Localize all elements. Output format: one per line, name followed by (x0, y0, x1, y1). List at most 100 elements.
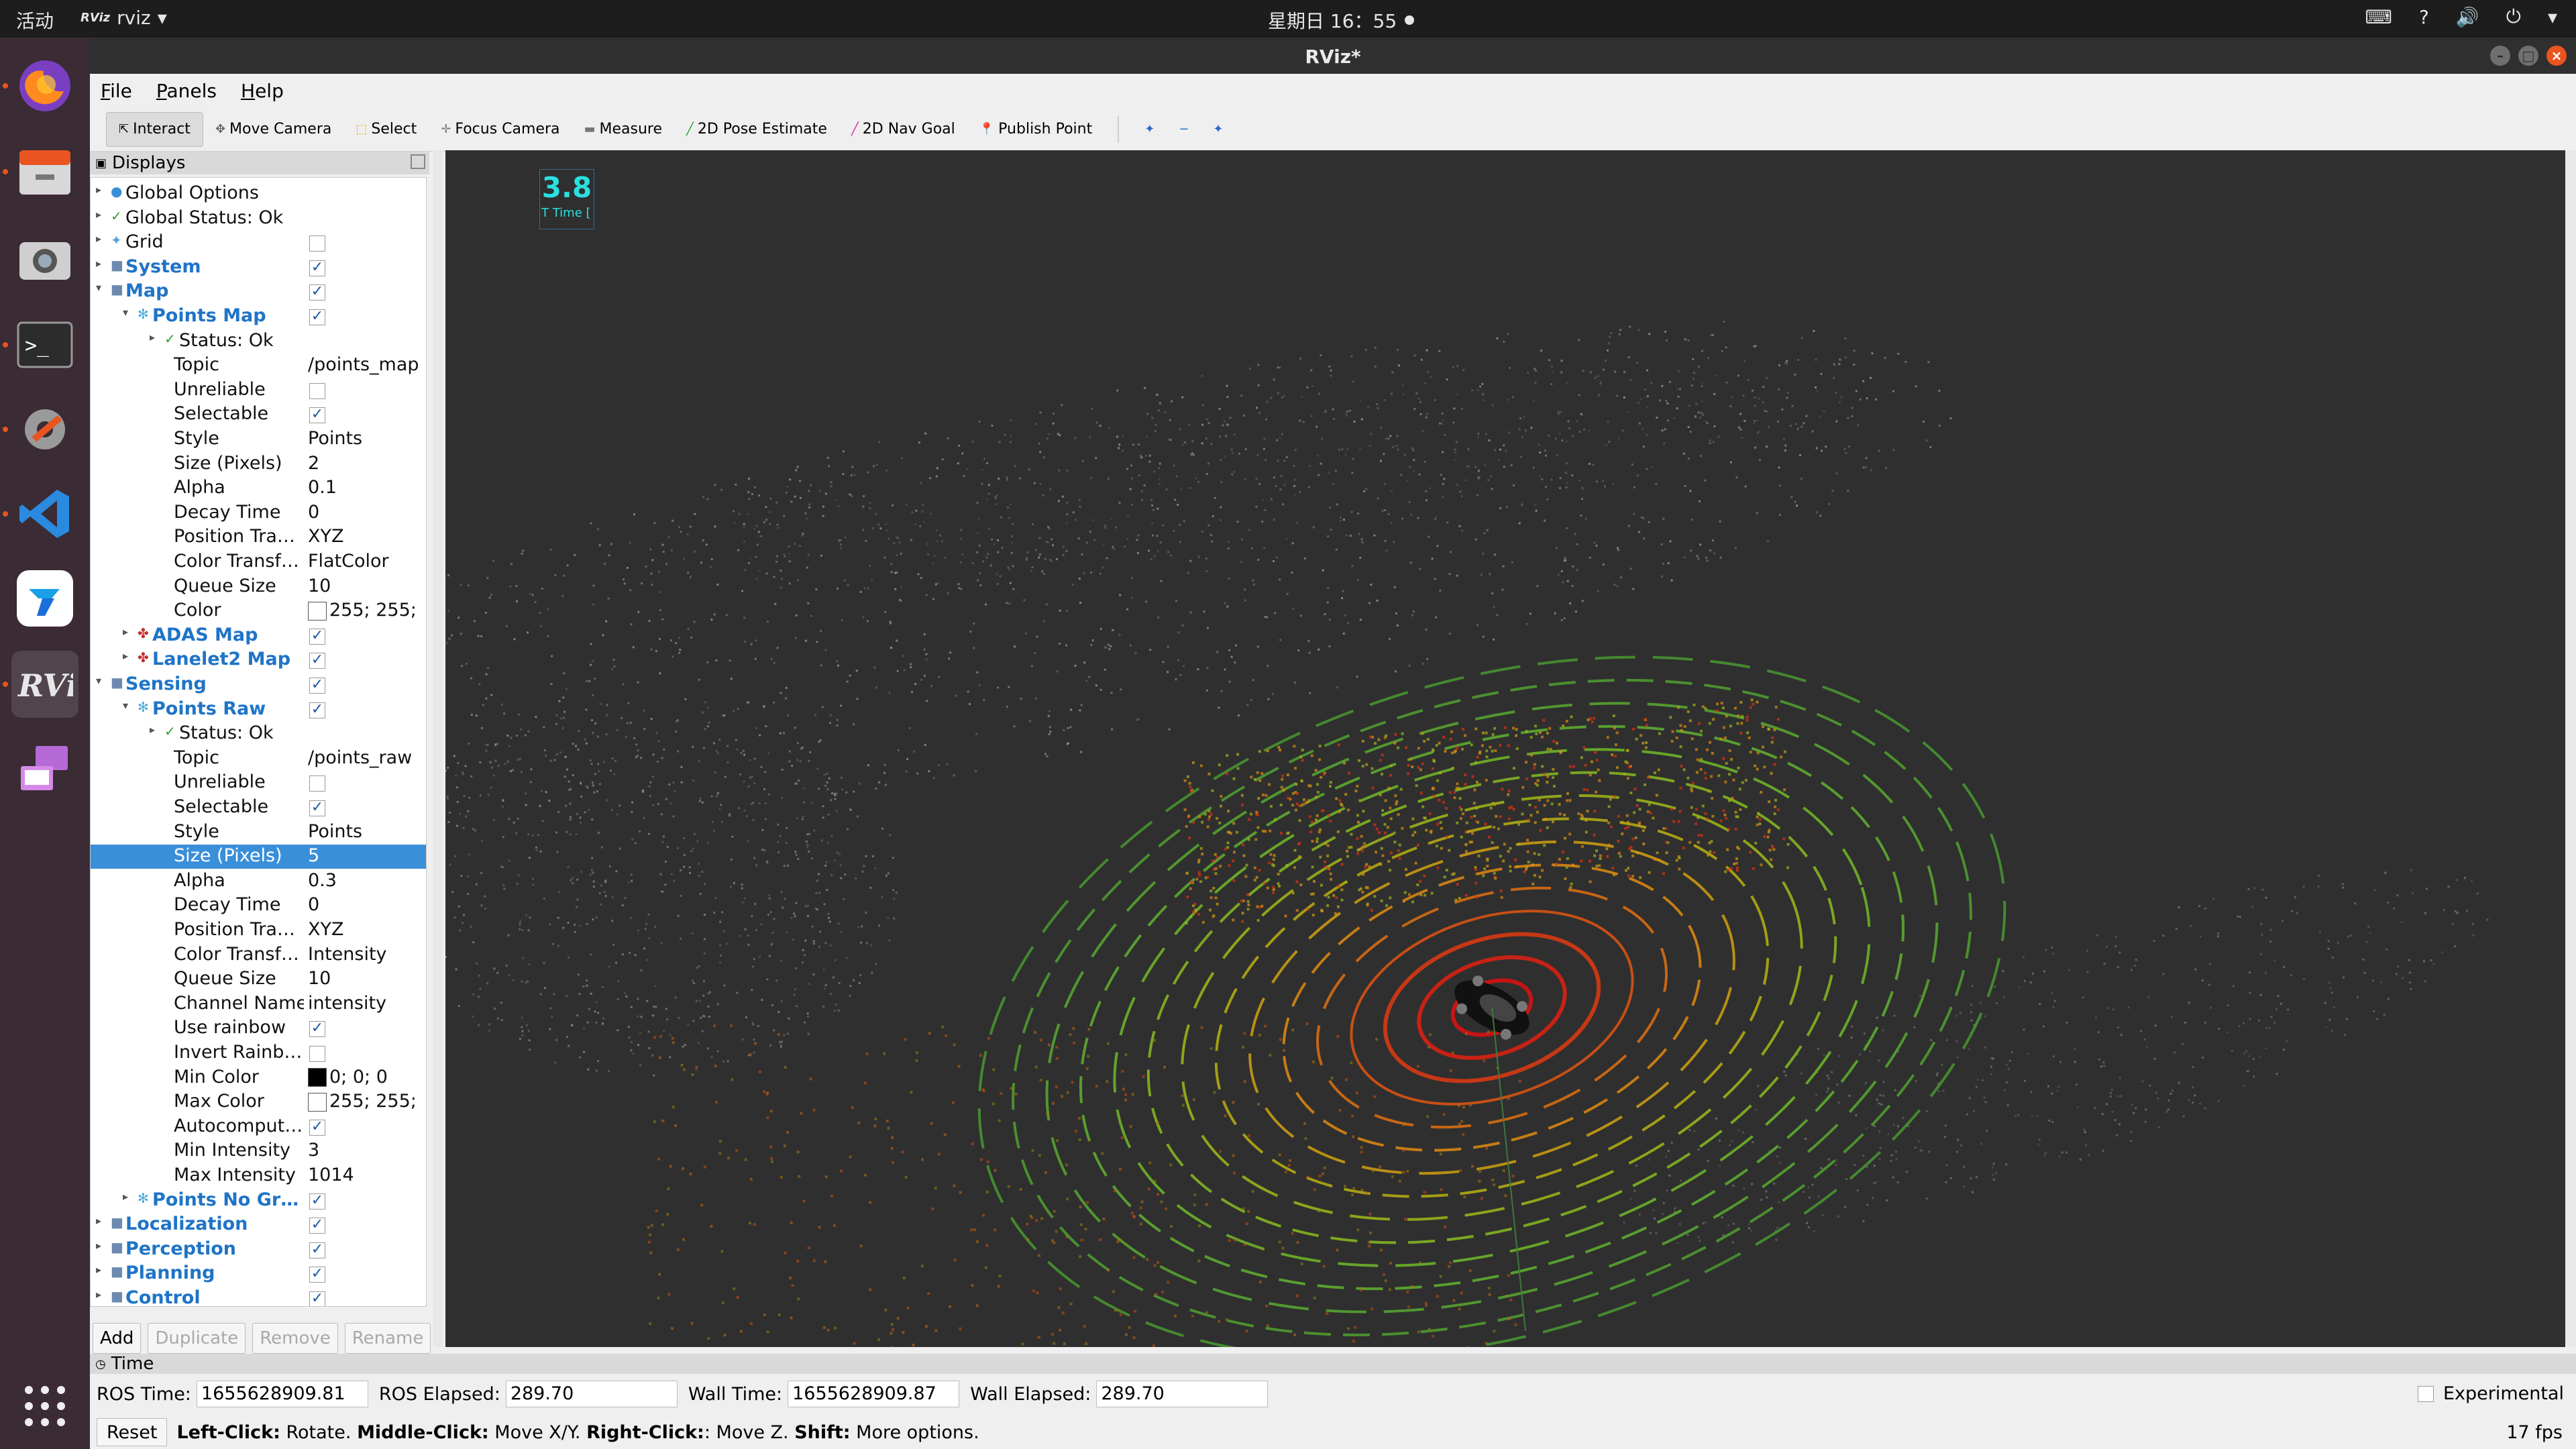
right-splitter[interactable] (2565, 150, 2576, 1347)
remove-button[interactable]: Remove (252, 1323, 338, 1354)
minimize-icon[interactable]: – (2490, 46, 2510, 66)
firefox-icon[interactable] (11, 52, 78, 119)
enable-checkbox[interactable]: ✓ (309, 678, 325, 694)
enable-checkbox[interactable]: ✓ (309, 309, 325, 325)
menu-panels[interactable]: Panels (156, 80, 217, 102)
row-value[interactable]: /points_map (308, 354, 419, 375)
menu-file[interactable]: File (101, 80, 132, 102)
window-titlebar[interactable]: RViz* – □ × (90, 38, 2576, 74)
row-value[interactable]: 0 (308, 894, 319, 915)
collapse-arrow-icon[interactable]: ▸ (96, 183, 101, 196)
ros-time-field[interactable]: 1655628909.81 (196, 1381, 368, 1407)
property-row[interactable]: Min Color 0; 0; 0 (91, 1066, 426, 1090)
enable-checkbox[interactable]: ✓ (309, 1021, 325, 1038)
color-swatch-icon[interactable] (308, 1092, 327, 1112)
collapse-arrow-icon[interactable]: ▸ (96, 232, 101, 245)
property-row[interactable]: Alpha 0.1 (91, 476, 426, 500)
vscode-icon[interactable] (11, 480, 78, 547)
property-row[interactable]: Color 255; 255; (91, 599, 426, 623)
row-value[interactable]: 3 (308, 1140, 319, 1161)
terminal-icon[interactable]: >_ (11, 311, 78, 378)
row-value[interactable]: 255; 255; (329, 1091, 417, 1112)
show-applications-icon[interactable] (11, 1373, 78, 1440)
property-row[interactable]: Max Intensity 1014 (91, 1164, 426, 1188)
collapse-arrow-icon[interactable]: ▸ (150, 331, 155, 343)
enable-checkbox[interactable] (309, 382, 325, 399)
property-row[interactable]: Invert Rainb… (91, 1041, 426, 1065)
enable-checkbox[interactable]: ✓ (309, 1267, 325, 1283)
enable-checkbox[interactable]: ✓ (309, 1291, 325, 1306)
help-icon[interactable]: ? (2419, 6, 2429, 28)
property-row[interactable]: Position Tra… XYZ (91, 525, 426, 549)
settings-icon[interactable] (11, 396, 78, 463)
reset-button[interactable]: Reset (97, 1418, 168, 1446)
collapse-arrow-icon[interactable]: ▸ (96, 1239, 101, 1252)
enable-checkbox[interactable]: ✓ (309, 260, 325, 276)
display-row[interactable]: ▸ ✦ Grid (91, 231, 426, 255)
row-value[interactable]: Intensity (308, 944, 387, 965)
enable-checkbox[interactable]: ✓ (309, 702, 325, 718)
activities-button[interactable]: 活动 (16, 7, 54, 34)
property-row[interactable]: Color Transf… Intensity (91, 943, 426, 967)
enable-checkbox[interactable]: ✓ (309, 653, 325, 669)
collapse-arrow-icon[interactable]: ▸ (123, 649, 128, 662)
row-value[interactable]: 2 (308, 453, 319, 474)
color-swatch-icon[interactable] (308, 601, 327, 621)
add-tool-button[interactable]: ✦ (1132, 112, 1167, 147)
row-value[interactable]: 0 (308, 502, 319, 523)
select-tool-button[interactable]: ⬚ Select (343, 112, 429, 147)
property-row[interactable]: Style Points (91, 820, 426, 845)
property-row[interactable]: Max Color 255; 255; (91, 1090, 426, 1114)
enable-checkbox[interactable]: ✓ (309, 800, 325, 816)
rename-button[interactable]: Rename (344, 1323, 431, 1354)
chevron-down-icon[interactable]: ▾ (2548, 6, 2557, 28)
row-value[interactable]: 10 (308, 576, 331, 596)
experimental-checkbox[interactable] (2417, 1385, 2434, 1402)
app-menu[interactable]: RViz rviz ▾ (80, 7, 167, 29)
property-row[interactable]: Selectable ✓ (91, 796, 426, 820)
files-icon[interactable] (11, 138, 78, 205)
row-value[interactable]: XYZ (308, 526, 344, 547)
display-row[interactable]: ▸ ✻ Points No Gr… ✓ (91, 1189, 426, 1213)
display-row[interactable]: ▸ ✤ ADAS Map ✓ (91, 624, 426, 648)
enable-checkbox[interactable]: ✓ (309, 1218, 325, 1234)
property-row[interactable]: Color Transf… FlatColor (91, 550, 426, 574)
display-row[interactable]: ▸ ■ Control ✓ (91, 1287, 426, 1306)
move-camera-tool-button[interactable]: ✥ Move Camera (203, 112, 343, 147)
display-row[interactable]: ▸ ✓ Status: Ok (91, 722, 426, 746)
keyboard-icon[interactable]: ⌨ (2365, 6, 2392, 28)
display-row[interactable]: ▸ ■ System ✓ (91, 256, 426, 280)
property-row[interactable]: Alpha 0.3 (91, 869, 426, 894)
enable-checkbox[interactable] (309, 235, 325, 252)
row-value[interactable]: XYZ (308, 919, 344, 940)
property-row[interactable]: Position Tra… XYZ (91, 918, 426, 943)
collapse-arrow-icon[interactable]: ▸ (96, 208, 101, 221)
collapse-arrow-icon[interactable]: ▸ (96, 257, 101, 270)
measure-tool-button[interactable]: ▬ Measure (572, 112, 675, 147)
row-value[interactable]: /points_raw (308, 747, 412, 768)
row-value[interactable]: 1014 (308, 1165, 354, 1185)
wall-elapsed-field[interactable]: 289.70 (1096, 1381, 1269, 1407)
screenshot-icon[interactable] (11, 225, 78, 292)
enable-checkbox[interactable]: ✓ (309, 1119, 325, 1136)
display-row[interactable]: ▸ ■ Perception ✓ (91, 1238, 426, 1262)
property-row[interactable]: Queue Size 10 (91, 575, 426, 599)
expand-arrow-icon[interactable]: ▾ (96, 674, 101, 687)
row-value[interactable]: 0; 0; 0 (329, 1067, 388, 1087)
row-value[interactable]: intensity (308, 993, 386, 1014)
collapse-arrow-icon[interactable]: ▸ (123, 1190, 128, 1203)
property-row[interactable]: Queue Size 10 (91, 967, 426, 991)
interact-tool-button[interactable]: ⇱ Interact (106, 111, 203, 147)
property-row[interactable]: Style Points (91, 427, 426, 451)
enable-checkbox[interactable]: ✓ (309, 1242, 325, 1258)
render-viewport[interactable]: 3.8 T Time [ (445, 150, 2565, 1347)
property-row[interactable]: Use rainbow ✓ (91, 1016, 426, 1040)
display-row[interactable]: ▸ ✓ Global Status: Ok (91, 207, 426, 231)
display-row[interactable]: ▸ ■ Localization ✓ (91, 1213, 426, 1237)
close-icon[interactable]: × (2546, 46, 2567, 66)
collapse-arrow-icon[interactable]: ▸ (150, 723, 155, 736)
remove-tool-button[interactable]: − (1167, 112, 1201, 147)
power-icon[interactable]: ⏻ (2506, 5, 2521, 28)
enable-checkbox[interactable] (309, 1046, 325, 1062)
property-row[interactable]: Channel Name intensity (91, 992, 426, 1016)
